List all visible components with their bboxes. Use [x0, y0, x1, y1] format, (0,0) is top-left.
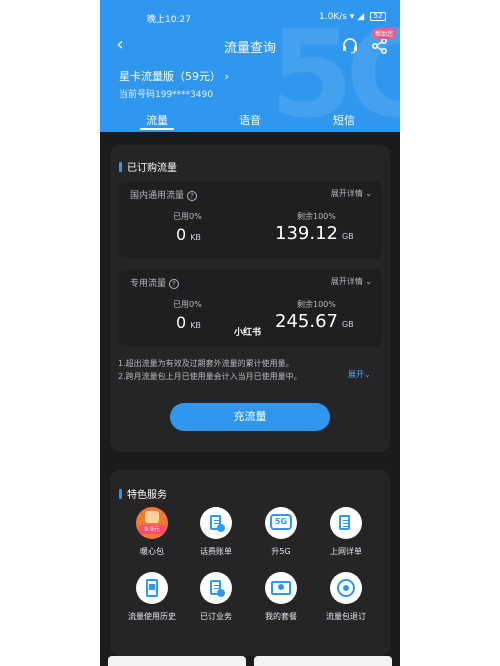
service-subscribed[interactable]: 已订业务 [184, 572, 248, 622]
network-speed: 1.0K/s [318, 12, 347, 22]
dedicated-data-title: 专用流量? [130, 276, 180, 289]
chevron-down-icon: ⌄ [365, 277, 372, 286]
remaining-value: 139.12 GB [275, 223, 354, 244]
help-badge[interactable]: 帮助您 [372, 28, 397, 39]
subscribed-icon [200, 572, 232, 604]
status-bar: 晚上10:27 1.0K/s ▾ ◢ 52 [100, 8, 400, 28]
plan-name-label: 星卡流量版（59元） [119, 70, 221, 83]
chevron-down-icon: ⌄ [365, 189, 372, 198]
remaining-percent-label: 剩余100% [297, 212, 336, 221]
status-time: 晚上10:27 [147, 15, 191, 25]
subscribed-data-card: 已订购流量 国内通用流量? 展开详情 ⌄ 已用0% 0 KB 剩余100% 139… [110, 145, 390, 452]
remaining-percent-label: 剩余100% [297, 300, 336, 309]
service-unsubscribe[interactable]: 流量包退订 [314, 572, 378, 622]
tab-sms[interactable]: 短信 [333, 112, 355, 128]
plan-name[interactable]: 星卡流量版（59元） › [119, 68, 229, 84]
section-accent-bar [119, 489, 122, 499]
chevron-down-icon: ⌄ [364, 370, 371, 379]
domestic-data-panel: 国内通用流量? 展开详情 ⌄ 已用0% 0 KB 剩余100% 139.12 GB [118, 181, 382, 259]
chevron-right-icon: › [224, 70, 229, 83]
service-warm-pack[interactable]: 9.9元 暖心包 [120, 507, 184, 557]
tab-voice[interactable]: 语音 [239, 112, 261, 128]
remaining-value: 245.67 GB [275, 311, 354, 332]
section-title: 特色服务 [119, 486, 167, 501]
featured-services-card: 特色服务 9.9元 暖心包 话费账单 5G 升5G 上网详单 流量使用历史 已订… [110, 470, 390, 656]
note-line: 2.跨月流量包上月已使用量会计入当月已使用量中。 [118, 372, 302, 381]
used-percent-label: 已用0% [173, 212, 202, 221]
service-internet-details[interactable]: 上网详单 [314, 507, 378, 557]
signal-icon: ◢ [357, 12, 365, 22]
note-line: 1.超出流量为有效及过期套外流量的累计使用量。 [118, 359, 294, 368]
bottom-cards-peek [108, 656, 394, 666]
expand-notes-button[interactable]: 展开⌄ [348, 369, 371, 380]
help-icon[interactable]: ? [187, 191, 198, 201]
used-percent-label: 已用0% [173, 300, 202, 309]
bottom-card-right[interactable] [254, 656, 392, 666]
tab-bar: 流量 语音 短信 [100, 110, 400, 132]
used-value: 0 KB [176, 225, 201, 244]
watermark: 小红书 [234, 328, 262, 338]
expand-details-button[interactable]: 展开详情 ⌄ [331, 276, 372, 287]
expand-details-button[interactable]: 展开详情 ⌄ [331, 188, 372, 199]
5g-icon: 5G [265, 507, 297, 539]
gift-pack-icon: 9.9元 [136, 507, 168, 539]
bill-icon [200, 507, 232, 539]
service-data-history[interactable]: 流量使用历史 [120, 572, 184, 622]
phone-number: 当前号码199****3490 [119, 90, 214, 100]
detail-list-icon [330, 507, 362, 539]
unsubscribe-icon [330, 572, 362, 604]
nav-bar: ‹ 流量查询 帮助您 [100, 28, 400, 60]
my-plan-icon [265, 572, 297, 604]
section-title: 已订购流量 [119, 159, 177, 174]
tab-active-indicator [140, 128, 174, 130]
section-accent-bar [119, 162, 122, 172]
service-upgrade-5g[interactable]: 5G 升5G [249, 507, 313, 557]
bottom-card-left[interactable] [108, 656, 246, 666]
header: 5G 晚上10:27 1.0K/s ▾ ◢ 52 ‹ 流量查询 帮助您 星卡流量… [100, 0, 400, 132]
share-icon[interactable] [371, 37, 389, 55]
used-value: 0 KB [176, 313, 201, 332]
battery-icon: 52 [370, 12, 386, 21]
service-bill[interactable]: 话费账单 [184, 507, 248, 557]
phone-screen: 5G 晚上10:27 1.0K/s ▾ ◢ 52 ‹ 流量查询 帮助您 星卡流量… [100, 0, 400, 666]
help-icon[interactable]: ? [169, 279, 180, 289]
wifi-icon: ▾ [349, 12, 355, 22]
domestic-data-title: 国内通用流量? [130, 188, 198, 201]
phone-history-icon [136, 572, 168, 604]
status-indicators: 1.0K/s ▾ ◢ 52 [319, 12, 386, 22]
recharge-data-button[interactable]: 充流量 [170, 403, 330, 431]
tab-data[interactable]: 流量 [146, 112, 168, 128]
customer-service-icon[interactable] [341, 37, 359, 55]
service-my-plan[interactable]: 我的套餐 [249, 572, 313, 622]
